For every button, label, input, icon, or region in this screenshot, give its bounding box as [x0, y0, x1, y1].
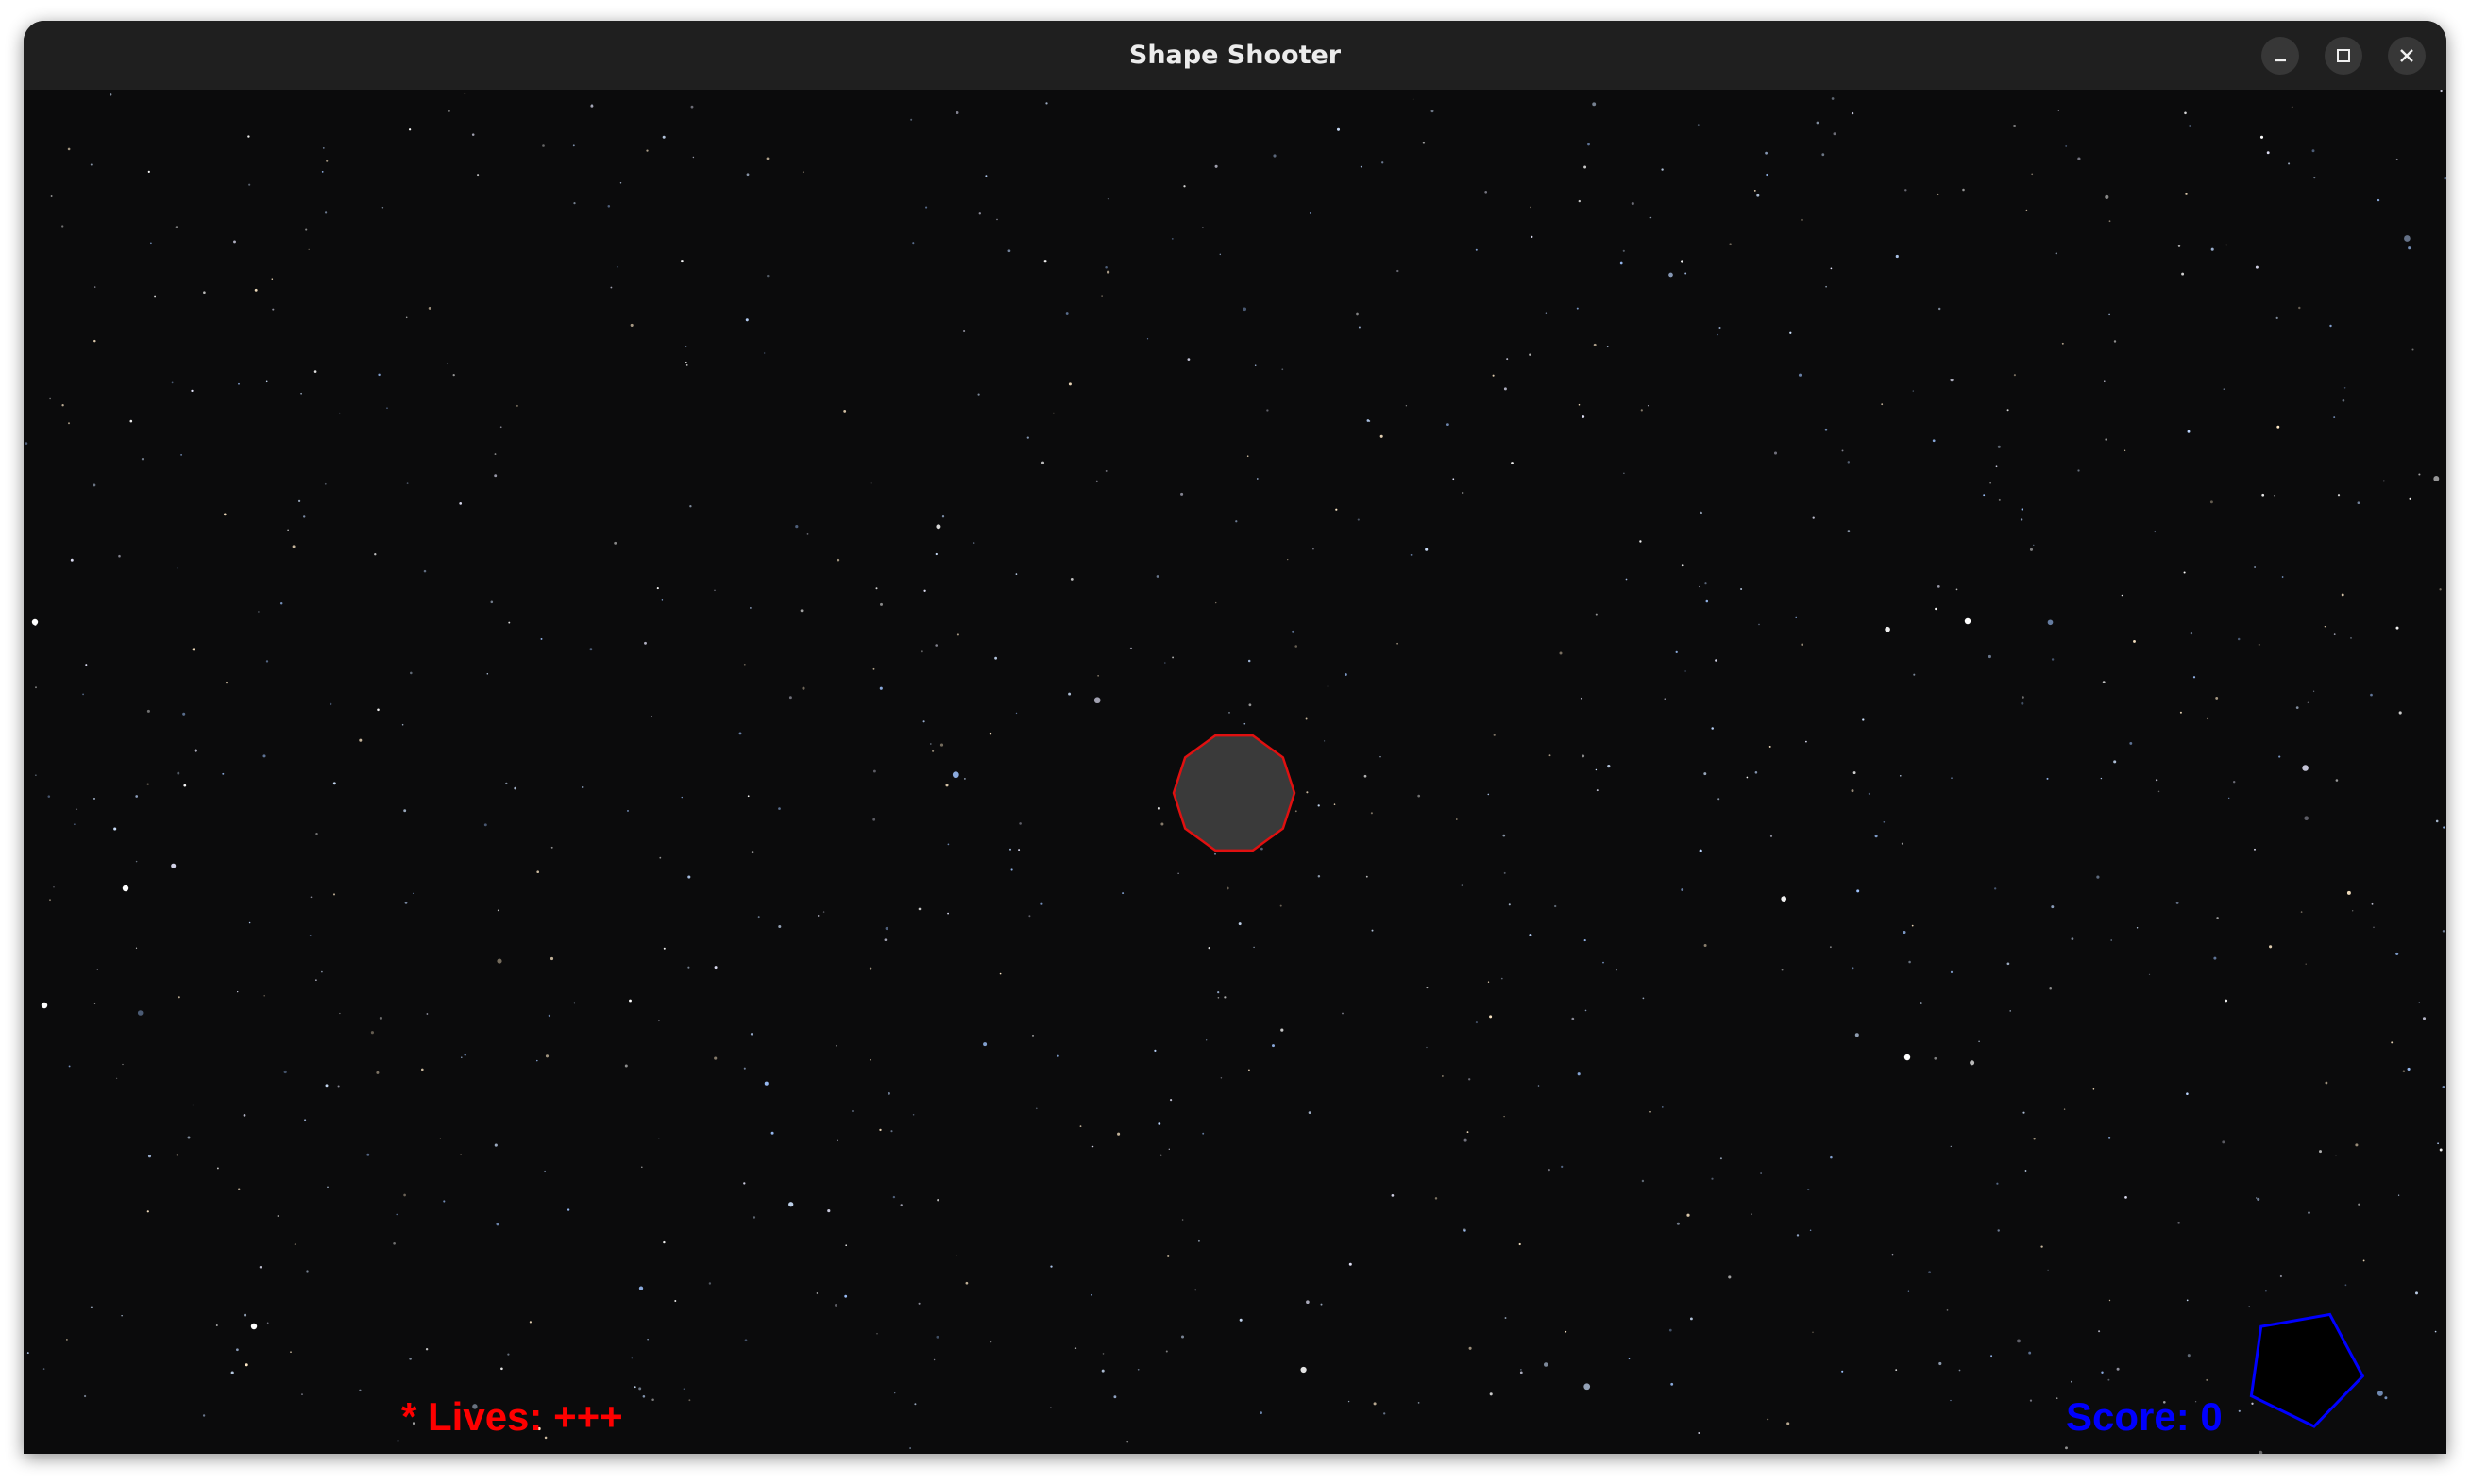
close-button[interactable] [2388, 37, 2426, 75]
window-title: Shape Shooter [1128, 41, 1342, 70]
score-counter: Score: 0 [2066, 1394, 2223, 1439]
minimize-button[interactable] [2261, 37, 2299, 75]
close-icon [2400, 49, 2413, 62]
player-ship [1172, 734, 1296, 852]
lives-counter: * Lives: +++ [401, 1394, 623, 1439]
title-bar[interactable]: Shape Shooter [24, 21, 2446, 91]
enemy-pentagon [2249, 1312, 2365, 1428]
game-objects-layer [1172, 734, 2365, 1428]
game-window: Shape Shooter * Lives: +++ Score: 0 [24, 21, 2446, 1454]
maximize-button[interactable] [2325, 37, 2362, 75]
game-canvas[interactable]: * Lives: +++ Score: 0 [24, 90, 2446, 1454]
minimize-icon [2275, 59, 2286, 62]
maximize-icon [2337, 49, 2350, 62]
